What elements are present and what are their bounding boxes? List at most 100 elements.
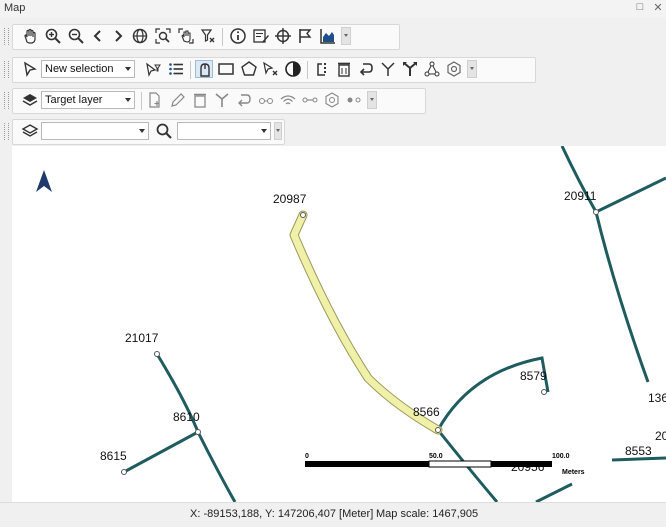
next-extent-icon[interactable] <box>109 27 127 45</box>
toolbar-grip[interactable] <box>4 28 9 45</box>
select-pointer-icon[interactable] <box>21 60 39 78</box>
split-feature-icon[interactable] <box>213 91 231 109</box>
pan-to-selection-icon[interactable] <box>177 27 195 45</box>
network-node <box>121 469 127 475</box>
feature-label: 20 <box>655 429 666 443</box>
toolbar-overflow-button[interactable] <box>467 60 477 78</box>
layer-dropdown[interactable] <box>41 122 149 140</box>
undo-edit-icon[interactable] <box>235 91 253 109</box>
selected-line-highlight <box>289 210 443 435</box>
toolbar-grip[interactable] <box>4 123 9 140</box>
clear-selected-icon[interactable] <box>262 60 280 78</box>
search-input[interactable] <box>177 122 271 140</box>
feature-label: 21017 <box>125 331 159 345</box>
connect-icon[interactable] <box>301 91 319 109</box>
layers-icon[interactable] <box>21 122 39 140</box>
map-scale: Map scale: 1467,905 <box>376 508 479 520</box>
previous-extent-icon[interactable] <box>89 27 107 45</box>
layers-icon[interactable] <box>21 91 39 109</box>
zoom-to-selection-icon[interactable] <box>154 27 172 45</box>
attributes-icon[interactable] <box>252 27 270 45</box>
split-icon[interactable] <box>401 60 419 78</box>
feature-label: 8610 <box>173 410 200 424</box>
toolbar-area: New selection Target layer <box>0 18 666 146</box>
network-node <box>154 351 160 357</box>
rectangle-select-icon[interactable] <box>217 60 235 78</box>
snap-icon[interactable] <box>257 91 275 109</box>
scale-tick-label: 50.0 <box>429 453 443 460</box>
toolbar-separator <box>307 61 308 79</box>
network-line <box>123 430 199 474</box>
selection-mode-value: New selection <box>45 63 114 75</box>
pan-hand-icon[interactable] <box>21 27 39 45</box>
toolbar-separator <box>141 92 142 110</box>
network-line <box>595 176 666 214</box>
edit-pencil-icon[interactable] <box>169 91 187 109</box>
full-extent-icon[interactable] <box>131 27 149 45</box>
zoom-in-icon[interactable] <box>44 27 62 45</box>
window-titlebar: Map □ ✕ <box>0 0 666 18</box>
cursor-coordinates: X: -89153,188, Y: 147206,407 [Meter] <box>190 508 374 520</box>
list-icon[interactable] <box>167 60 185 78</box>
delete-feature-icon[interactable] <box>191 91 209 109</box>
toolbar-overflow-button[interactable] <box>274 122 282 140</box>
scale-tick-label: 0 <box>305 453 309 460</box>
chevron-down-icon <box>125 67 131 71</box>
restore-button[interactable]: □ <box>633 1 647 13</box>
feature-label: 8566 <box>413 405 440 419</box>
selection-mode-dropdown[interactable]: New selection <box>41 60 135 78</box>
target-layer-value: Target layer <box>45 94 103 106</box>
copy-selection-icon[interactable] <box>313 60 331 78</box>
close-button[interactable]: ✕ <box>651 1 665 14</box>
network-node <box>541 389 547 395</box>
feature-label: 136 <box>648 391 666 405</box>
toolbar-overflow-button[interactable] <box>341 27 351 45</box>
network-node <box>593 209 599 215</box>
network-line <box>611 456 666 462</box>
network-node <box>195 429 201 435</box>
chevron-down-icon <box>139 129 145 133</box>
new-feature-icon[interactable] <box>146 91 164 109</box>
polygon-edit-icon[interactable] <box>323 91 341 109</box>
target-layer-dropdown[interactable]: Target layer <box>41 91 135 109</box>
invert-selection-icon[interactable] <box>284 60 302 78</box>
feature-label: 8579 <box>520 369 547 383</box>
feature-label: 8615 <box>100 449 127 463</box>
coordinates-icon[interactable] <box>274 27 292 45</box>
search-toolbar <box>4 119 285 145</box>
feature-label: 8553 <box>625 444 652 458</box>
network-node <box>300 212 306 218</box>
polygon-select-icon[interactable] <box>240 60 258 78</box>
feature-label: 20987 <box>273 192 307 206</box>
zoom-out-icon[interactable] <box>67 27 85 45</box>
toolbar-grip[interactable] <box>4 92 9 109</box>
scale-unit-label: Meters <box>562 469 585 476</box>
vertex-icon[interactable] <box>345 91 363 109</box>
profile-chart-icon[interactable] <box>319 27 337 45</box>
toolbar-overflow-button[interactable] <box>367 91 377 109</box>
network-icon[interactable] <box>423 60 441 78</box>
network-node <box>435 427 441 433</box>
search-icon[interactable] <box>155 122 173 140</box>
filter-selection-icon[interactable] <box>144 60 162 78</box>
toolbar-separator <box>190 61 191 79</box>
wifi-icon[interactable] <box>279 91 297 109</box>
identify-icon[interactable] <box>229 27 247 45</box>
flag-icon[interactable] <box>296 27 314 45</box>
chevron-down-icon <box>125 98 131 102</box>
status-bar: X: -89153,188, Y: 147206,407 [Meter] Map… <box>0 502 666 527</box>
clear-selection-icon[interactable] <box>199 27 217 45</box>
north-arrow-icon <box>36 170 52 192</box>
toolbar-grip[interactable] <box>4 61 9 78</box>
undo-icon[interactable] <box>357 60 375 78</box>
map-canvas[interactable]: 20987 20911 21017 8610 8615 8579 8566 13… <box>12 146 666 502</box>
select-pointer-active-icon[interactable] <box>195 60 213 78</box>
selected-line <box>290 211 442 434</box>
feature-label: 20911 <box>564 189 597 203</box>
scale-tick-label: 100.0 <box>552 453 570 460</box>
settings-icon[interactable] <box>445 60 463 78</box>
delete-selection-icon[interactable] <box>335 60 353 78</box>
selection-toolbar: New selection <box>4 57 536 83</box>
network-line <box>535 482 573 502</box>
merge-icon[interactable] <box>379 60 397 78</box>
